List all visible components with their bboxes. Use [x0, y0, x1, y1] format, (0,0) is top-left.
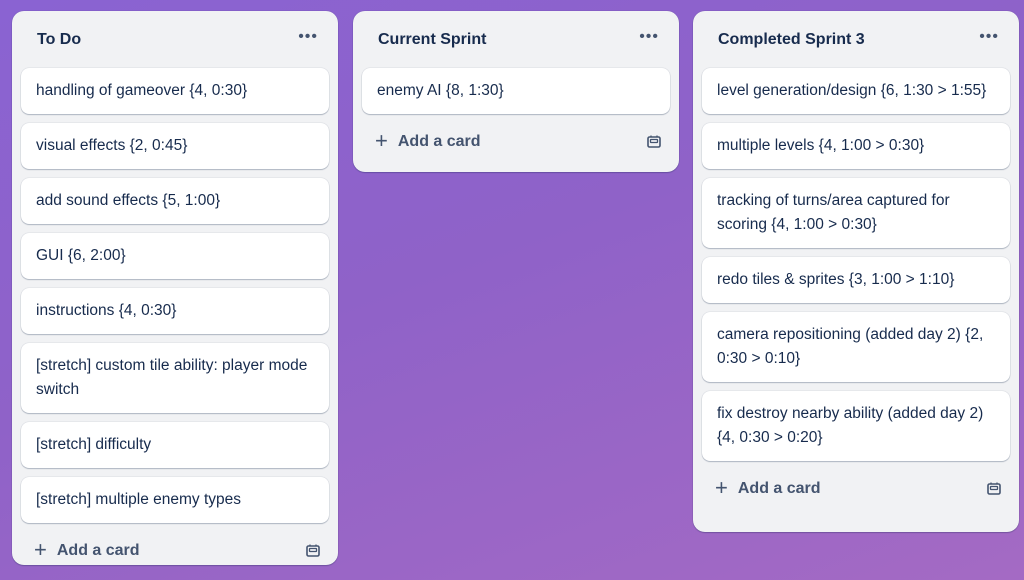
card[interactable]: visual effects {2, 0:45} — [21, 123, 329, 169]
add-card-button[interactable]: + Add a card — [715, 475, 821, 500]
list-completed-sprint-3: Completed Sprint 3 ••• level generation/… — [693, 11, 1019, 532]
card[interactable]: GUI {6, 2:00} — [21, 233, 329, 279]
list-current-sprint: Current Sprint ••• enemy AI {8, 1:30} + … — [353, 11, 679, 172]
add-card-button[interactable]: + Add a card — [34, 537, 140, 562]
more-horizontal-icon[interactable]: ••• — [979, 28, 999, 45]
list-header: Completed Sprint 3 ••• — [702, 11, 1010, 68]
list-footer: + Add a card — [702, 461, 1010, 517]
card[interactable]: multiple levels {4, 1:00 > 0:30} — [702, 123, 1010, 169]
list-header: To Do ••• — [21, 11, 329, 68]
card[interactable]: [stretch] custom tile ability: player mo… — [21, 343, 329, 413]
card-template-icon[interactable] — [305, 543, 321, 559]
card[interactable]: enemy AI {8, 1:30} — [362, 68, 670, 114]
card[interactable]: redo tiles & sprites {3, 1:00 > 1:10} — [702, 257, 1010, 303]
card-template-icon[interactable] — [986, 481, 1002, 497]
plus-icon: + — [375, 128, 388, 153]
list-title[interactable]: To Do — [37, 31, 81, 49]
card-template-icon[interactable] — [646, 134, 662, 150]
card[interactable]: instructions {4, 0:30} — [21, 288, 329, 334]
card[interactable]: add sound effects {5, 1:00} — [21, 178, 329, 224]
card[interactable]: level generation/design {6, 1:30 > 1:55} — [702, 68, 1010, 114]
card[interactable]: fix destroy nearby ability (added day 2)… — [702, 391, 1010, 461]
list-title[interactable]: Current Sprint — [378, 31, 486, 49]
list-header: Current Sprint ••• — [362, 11, 670, 68]
plus-icon: + — [715, 475, 728, 500]
add-card-label: Add a card — [397, 133, 481, 150]
card[interactable]: camera repositioning (added day 2) {2, 0… — [702, 312, 1010, 382]
list-title[interactable]: Completed Sprint 3 — [718, 31, 865, 49]
card[interactable]: handling of gameover {4, 0:30} — [21, 68, 329, 114]
card[interactable]: [stretch] multiple enemy types — [21, 477, 329, 523]
plus-icon: + — [34, 537, 47, 562]
card[interactable]: [stretch] difficulty — [21, 422, 329, 468]
card-list: handling of gameover {4, 0:30} visual ef… — [21, 68, 329, 523]
more-horizontal-icon[interactable]: ••• — [298, 28, 318, 45]
list-footer: + Add a card — [21, 523, 329, 579]
card[interactable]: tracking of turns/area captured for scor… — [702, 178, 1010, 248]
list-to-do: To Do ••• handling of gameover {4, 0:30}… — [12, 11, 338, 565]
card-list: level generation/design {6, 1:30 > 1:55}… — [702, 68, 1010, 461]
add-card-label: Add a card — [737, 480, 821, 497]
add-card-button[interactable]: + Add a card — [375, 128, 481, 153]
add-card-label: Add a card — [56, 542, 140, 559]
card-list: enemy AI {8, 1:30} — [362, 68, 670, 114]
list-footer: + Add a card — [362, 114, 670, 170]
more-horizontal-icon[interactable]: ••• — [639, 28, 659, 45]
